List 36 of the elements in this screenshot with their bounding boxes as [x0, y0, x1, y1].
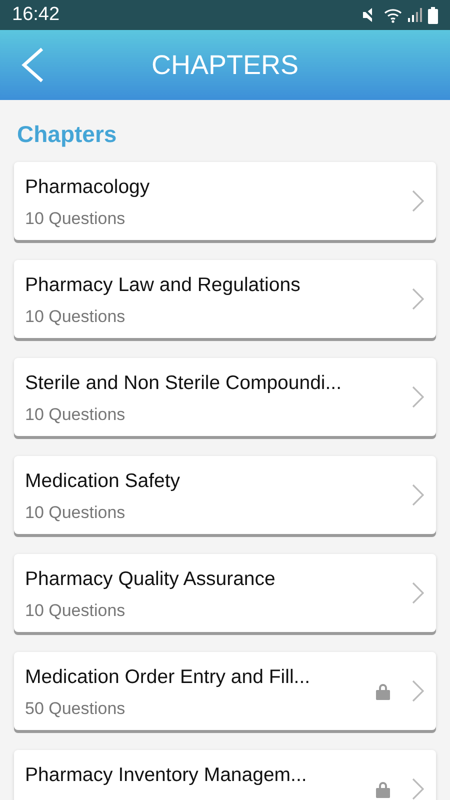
chapter-card[interactable]: Sterile and Non Sterile Compoundi... 10 Questions [14, 358, 436, 436]
screen-title: CHAPTERS [150, 50, 300, 80]
chapter-card[interactable]: Pharmacology 10 Questions [14, 162, 436, 240]
chapter-title: Medication Safety [25, 470, 182, 493]
section-title: Chapters [17, 121, 118, 148]
back-button[interactable] [20, 47, 46, 83]
signal-icon [408, 8, 422, 22]
chevron-right-icon [412, 484, 424, 506]
question-count: 50 Questions [25, 699, 126, 719]
chapter-title: Pharmacy Quality Assurance [25, 568, 276, 591]
wifi-icon [384, 8, 402, 22]
lock-icon [376, 682, 390, 700]
chapter-card[interactable]: Pharmacy Law and Regulations 10 Questions [14, 260, 436, 338]
chevron-right-icon [412, 778, 424, 800]
lock-icon [376, 780, 390, 798]
chapter-title: Pharmacology [25, 176, 151, 199]
chevron-right-icon [412, 288, 424, 310]
battery-icon [428, 6, 438, 24]
chapter-card[interactable]: Medication Order Entry and Fill... 50 Questions [14, 652, 436, 730]
chapter-title: Pharmacy Law and Regulations [25, 274, 302, 297]
chapter-card[interactable]: Medication Safety 10 Questions [14, 456, 436, 534]
question-count: 10 Questions [25, 209, 126, 229]
chevron-right-icon [412, 680, 424, 702]
chapter-card[interactable]: Pharmacy Quality Assurance 10 Questions [14, 554, 436, 632]
chapter-card[interactable]: Pharmacy Inventory Managem... [14, 750, 436, 800]
question-count: 10 Questions [25, 601, 126, 621]
chevron-right-icon [412, 190, 424, 212]
chapter-title: Pharmacy Inventory Managem... [25, 764, 308, 787]
chevron-right-icon [412, 386, 424, 408]
question-count: 10 Questions [25, 503, 126, 523]
chevron-right-icon [412, 582, 424, 604]
chapter-title: Sterile and Non Sterile Compoundi... [25, 372, 343, 395]
question-count: 10 Questions [25, 307, 126, 327]
question-count: 10 Questions [25, 405, 126, 425]
status-time: 16:42 [12, 4, 60, 26]
chapter-title: Medication Order Entry and Fill... [25, 666, 312, 689]
